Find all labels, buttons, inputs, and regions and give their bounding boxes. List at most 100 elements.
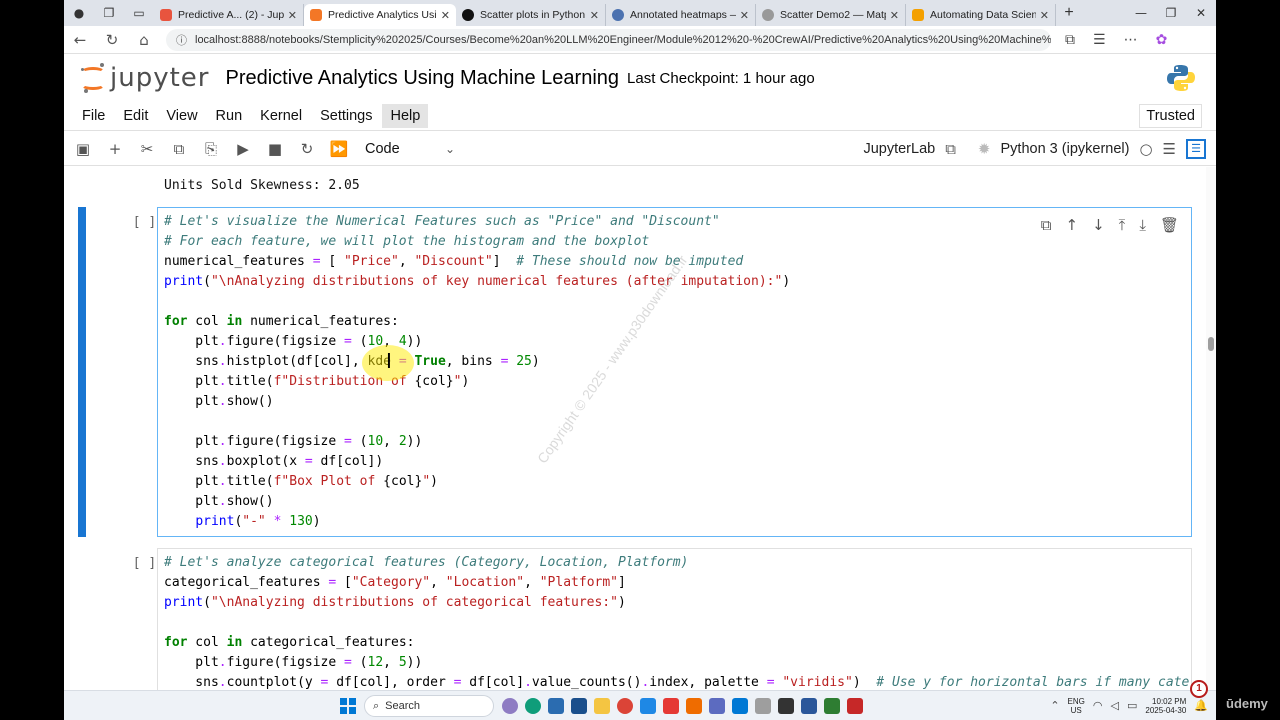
jupyterlab-link[interactable]: JupyterLab [863, 141, 935, 157]
menu-lines-icon[interactable]: ☰ [1163, 140, 1176, 158]
profile-icon[interactable]: ● [64, 0, 94, 26]
jupyter-logo[interactable]: jupyter [80, 63, 209, 93]
delete-cell-icon[interactable]: 🗑 [1160, 216, 1179, 234]
duplicate-cell-icon[interactable]: ⧉ [1041, 216, 1052, 234]
code-cell-selected[interactable]: [ ]: # Let's visualize the Numerical Fea… [78, 207, 1192, 537]
app-icon[interactable] [847, 697, 863, 714]
menu-settings[interactable]: Settings [312, 104, 380, 128]
chevron-up-icon[interactable]: ⌃ [1050, 699, 1059, 712]
insert-cell-icon[interactable]: + [99, 140, 131, 158]
word-icon[interactable] [801, 697, 817, 714]
browser-tab[interactable]: Automating Data Science w ✕ [906, 4, 1056, 26]
checkpoint-status: Last Checkpoint: 1 hour ago [627, 69, 815, 87]
more-icon[interactable]: ⋯ [1124, 32, 1138, 48]
tab-close-icon[interactable]: ✕ [288, 9, 297, 22]
reload-icon[interactable]: ↻ [96, 31, 128, 49]
browser-tab-active[interactable]: Predictive Analytics Using M ✕ [304, 4, 456, 26]
scrollbar-thumb[interactable] [1208, 337, 1214, 351]
site-info-icon[interactable]: ⓘ [176, 32, 187, 48]
tab-close-icon[interactable]: ✕ [441, 9, 450, 22]
menu-file[interactable]: File [74, 104, 113, 128]
kernel-name[interactable]: Python 3 (ipykernel) [1001, 141, 1130, 157]
app-icon[interactable] [548, 697, 564, 714]
windows-start-icon[interactable] [340, 697, 356, 714]
outlook-icon[interactable] [732, 697, 748, 714]
paste-icon[interactable]: ⎘ [195, 140, 227, 158]
jupyter-header: jupyter Predictive Analytics Using Machi… [64, 55, 1216, 101]
debugger-icon[interactable]: ✹ [978, 140, 991, 158]
app-icon[interactable] [686, 697, 702, 714]
file-explorer-icon[interactable] [594, 697, 610, 714]
tab-favicon-icon [762, 9, 774, 21]
minimize-icon[interactable]: — [1126, 0, 1156, 26]
app-icon[interactable] [571, 697, 587, 714]
save-icon[interactable]: ▣ [67, 140, 99, 158]
language-indicator[interactable]: ENG US [1068, 697, 1085, 715]
insert-above-icon[interactable]: ⤒ [1119, 216, 1126, 234]
menu-run[interactable]: Run [208, 104, 251, 128]
menu-kernel[interactable]: Kernel [252, 104, 310, 128]
chevron-down-icon: ⌄ [444, 141, 455, 156]
code-cell[interactable]: [ ]: # Let's analyze categorical feature… [78, 548, 1192, 690]
app-icon[interactable] [755, 697, 771, 714]
insert-below-icon[interactable]: ⤓ [1139, 216, 1146, 234]
tab-close-icon[interactable]: ✕ [740, 9, 749, 22]
move-up-icon[interactable]: ↑ [1066, 216, 1079, 234]
favorites-icon[interactable]: ☰ [1093, 32, 1106, 48]
browser-tab[interactable]: Annotated heatmaps — se ✕ [606, 4, 756, 26]
tab-close-icon[interactable]: ✕ [590, 9, 599, 22]
run-icon[interactable]: ▶ [227, 140, 259, 158]
browser-tab[interactable]: Scatter Demo2 — Matplotl ✕ [756, 4, 906, 26]
url-field[interactable]: ⓘ localhost:8888/notebooks/Stemplicity%2… [166, 28, 1051, 51]
system-tray: ⌃ ENG US ◠ ◁ ▭ 10:02 PM 2025-04-30 🔔 [1050, 697, 1208, 715]
cut-icon[interactable]: ✂ [131, 140, 163, 158]
wifi-icon[interactable]: ◠ [1093, 699, 1103, 712]
tab-actions-icon[interactable]: ▭ [124, 0, 154, 26]
stop-icon[interactable]: ■ [259, 140, 291, 158]
notebook-title[interactable]: Predictive Analytics Using Machine Learn… [225, 67, 619, 90]
trusted-indicator[interactable]: Trusted [1139, 103, 1202, 128]
back-icon[interactable]: ← [64, 31, 96, 49]
browser-tab-strip: ● ❐ ▭ Predictive A... (2) - Jupyterl ✕ P… [64, 0, 1216, 26]
recording-badge: 1 [1190, 680, 1208, 698]
menu-edit[interactable]: Edit [115, 104, 156, 128]
search-icon: ⌕ [373, 698, 380, 712]
browser-tab[interactable]: Predictive A... (2) - Jupyterl ✕ [154, 4, 304, 26]
new-tab-icon[interactable]: + [1056, 4, 1082, 22]
restore-icon[interactable]: ❐ [1156, 0, 1186, 26]
tab-close-icon[interactable]: ✕ [890, 9, 899, 22]
cell-type-select[interactable]: Code ⌄ [365, 141, 455, 157]
chrome-icon[interactable] [617, 697, 633, 714]
code-editor[interactable]: # Let's analyze categorical features (Ca… [157, 548, 1192, 690]
extensions-icon[interactable]: ⧉ [1065, 32, 1075, 48]
edge-icon[interactable] [525, 697, 541, 714]
notebook-scrollbar[interactable] [1206, 167, 1216, 690]
volume-icon[interactable]: ◁ [1111, 699, 1119, 712]
terminal-icon[interactable] [778, 697, 794, 714]
app-icon[interactable] [502, 697, 518, 714]
restart-icon[interactable]: ↻ [291, 140, 323, 158]
close-window-icon[interactable]: ✕ [1186, 0, 1216, 26]
battery-icon[interactable]: ▭ [1127, 699, 1137, 712]
clock[interactable]: 10:02 PM 2025-04-30 [1145, 697, 1186, 715]
notifications-icon[interactable]: 🔔 [1194, 699, 1208, 712]
copilot-icon[interactable]: ✿ [1156, 32, 1168, 48]
app-icon[interactable] [824, 697, 840, 714]
browser-tab[interactable]: Scatter plots in Python ✕ [456, 4, 606, 26]
move-down-icon[interactable]: ↓ [1092, 216, 1105, 234]
cell-collapser[interactable] [78, 207, 86, 537]
teams-icon[interactable] [709, 697, 725, 714]
menu-view[interactable]: View [158, 104, 205, 128]
app-icon[interactable] [640, 697, 656, 714]
app-icon[interactable] [663, 697, 679, 714]
run-all-icon[interactable]: ⏩ [323, 140, 355, 158]
copy-icon[interactable]: ⧉ [163, 140, 195, 158]
tab-close-icon[interactable]: ✕ [1040, 9, 1049, 22]
tab-favicon-icon [310, 9, 322, 21]
property-inspector-icon[interactable]: ☰ [1186, 138, 1206, 159]
tab-favicon-icon [462, 9, 474, 21]
home-icon[interactable]: ⌂ [128, 31, 160, 49]
taskbar-search[interactable]: ⌕ Search [364, 694, 494, 717]
menu-help[interactable]: Help [382, 103, 429, 128]
workspaces-icon[interactable]: ❐ [94, 0, 124, 26]
